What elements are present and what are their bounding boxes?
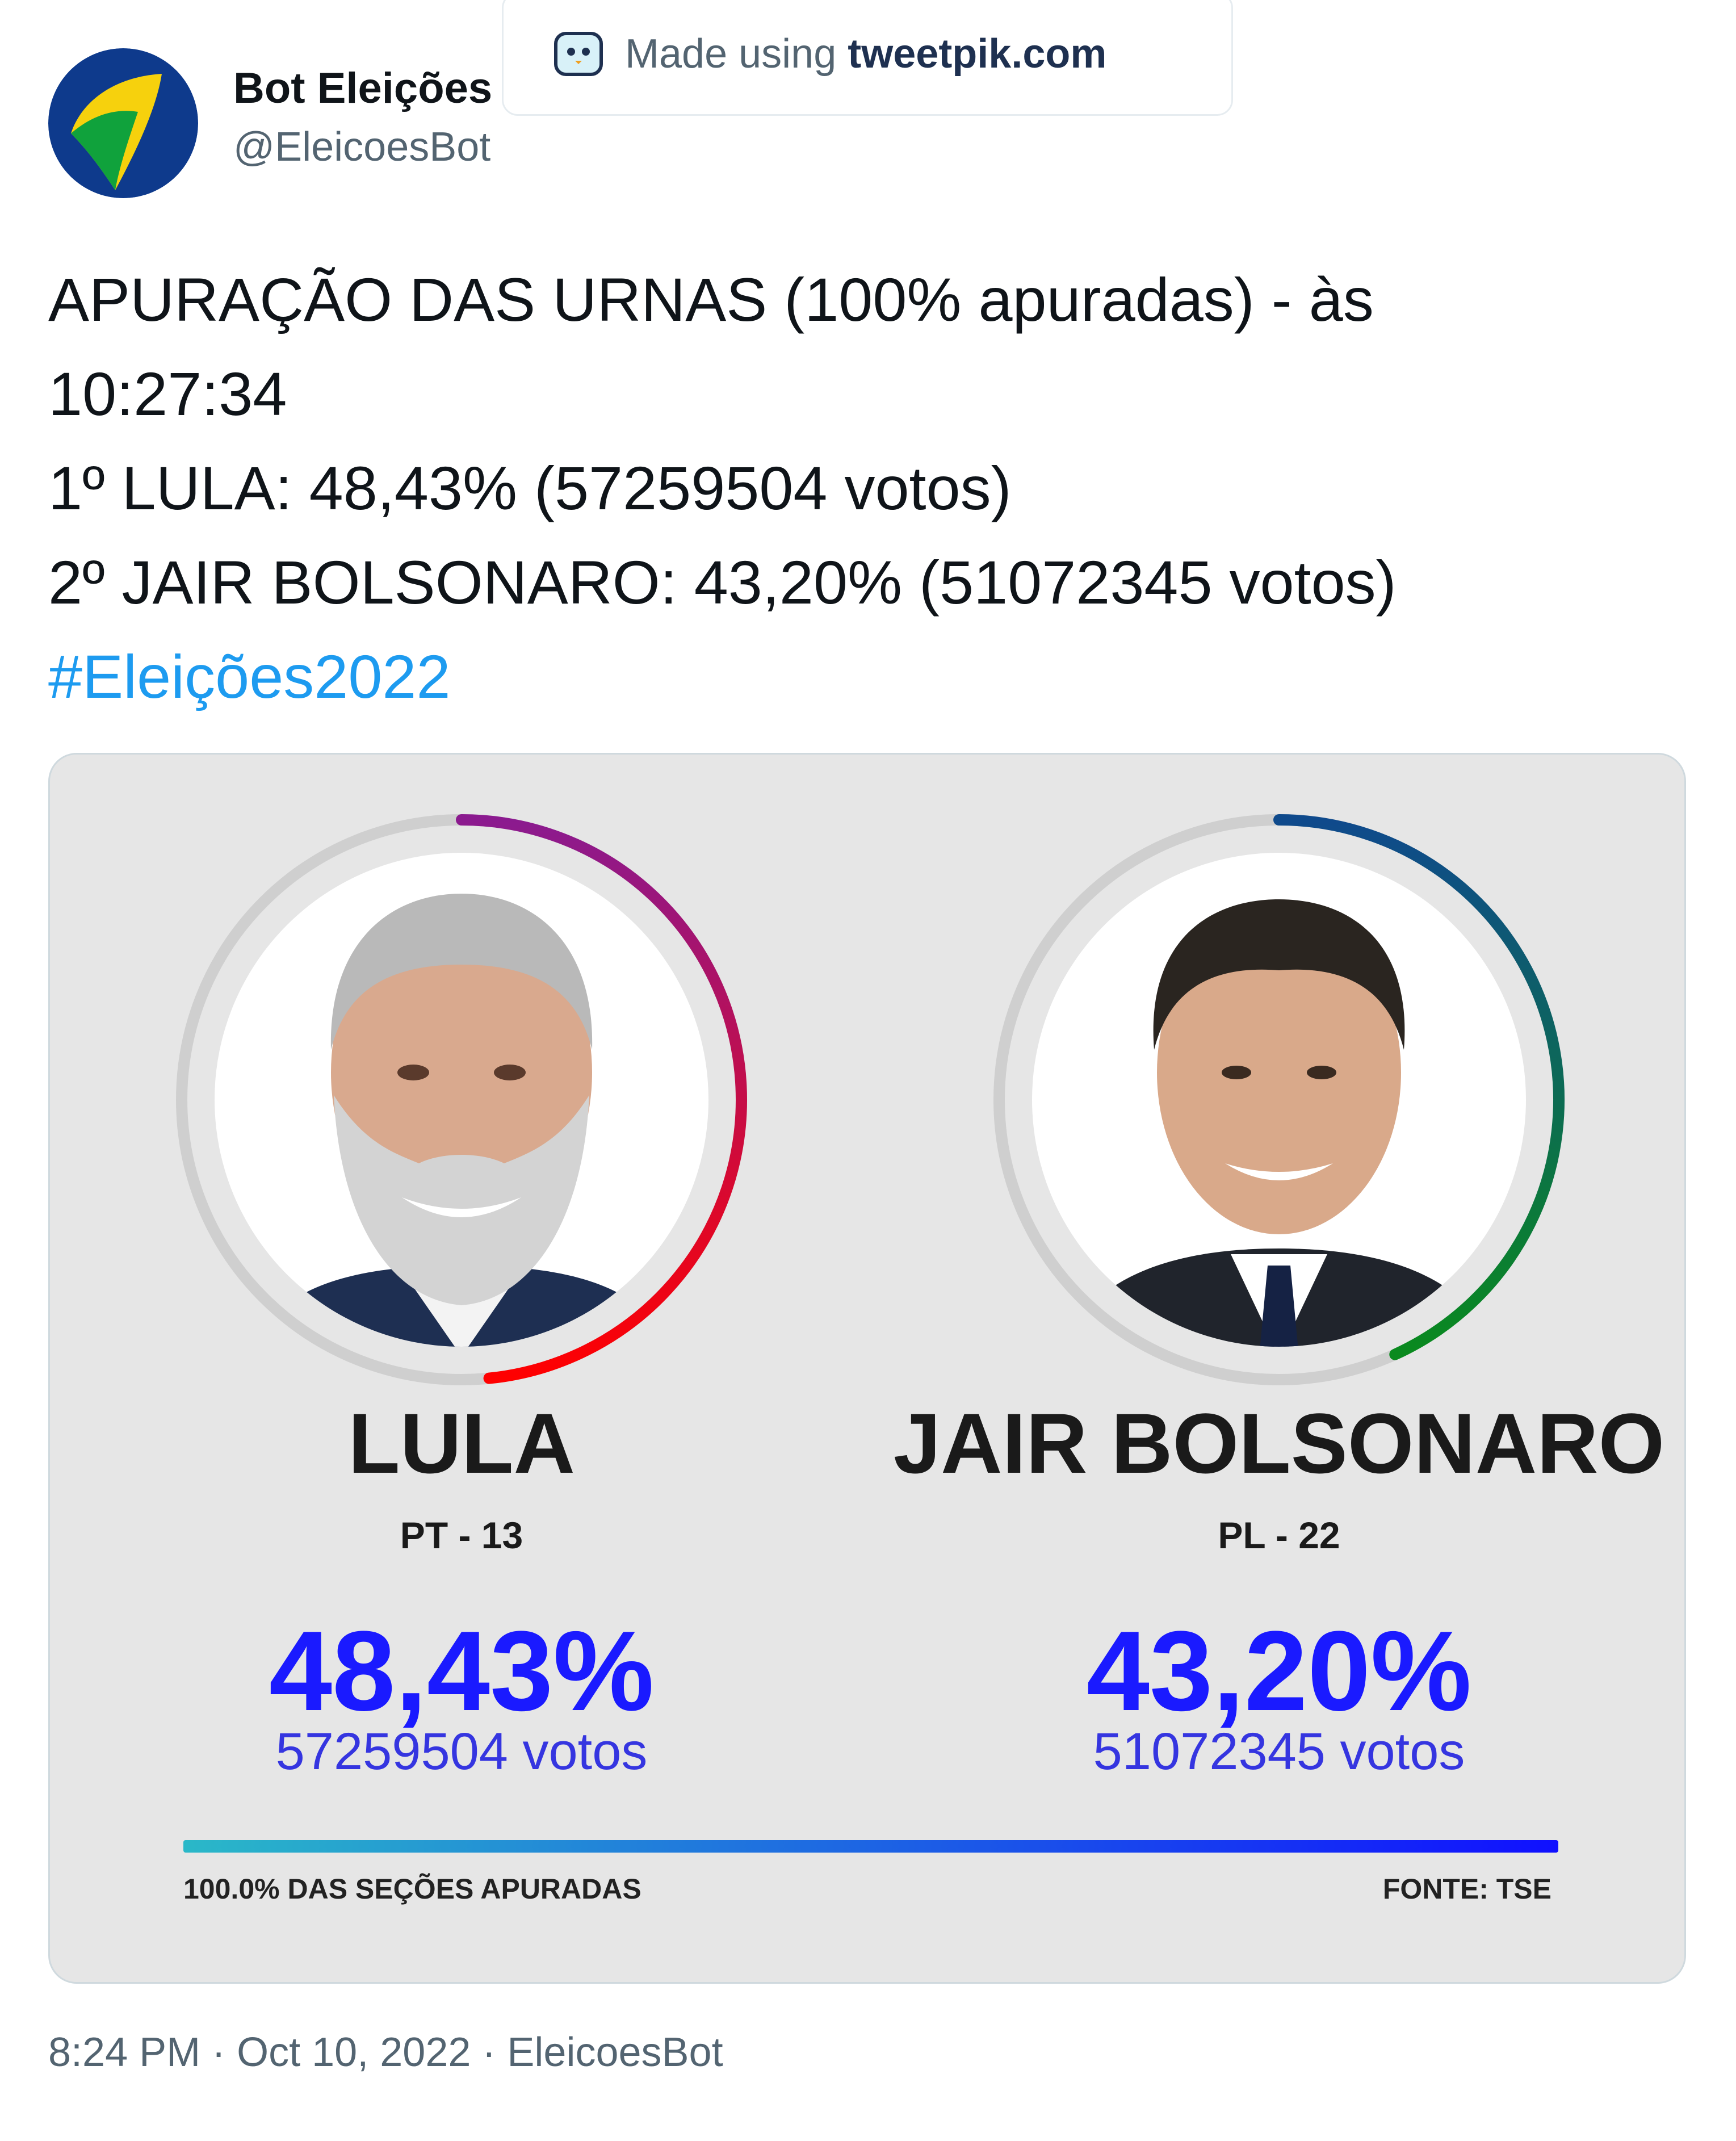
candidate-name: LULA (348, 1396, 575, 1491)
candidate-votes: 57259504 votos (276, 1723, 648, 1780)
candidate-percent: 43,20% (1087, 1608, 1471, 1734)
tweet-line: 10:27:34 (48, 359, 287, 428)
candidate-party: PT - 13 (400, 1514, 523, 1556)
tweet-timestamp[interactable]: 8:24 PM · Oct 10, 2022 · EleicoesBot (48, 2029, 723, 2076)
tweetpik-logo-icon (554, 32, 603, 76)
candidate-party: PL - 22 (1218, 1514, 1340, 1556)
progress-label: 100.0% DAS SEÇÕES APURADAS (183, 1872, 641, 1905)
watermark-prefix: Made using (625, 31, 837, 77)
avatar[interactable] (48, 48, 198, 198)
candidate-bolsonaro-photo (1032, 853, 1526, 1347)
media-card[interactable]: LULA PT - 13 48,43% 57259504 votos JAIR … (48, 753, 1686, 1984)
author-name[interactable]: Bot Eleições (233, 64, 492, 113)
candidate-votes: 51072345 votos (1093, 1723, 1465, 1780)
hashtag-link[interactable]: #Eleições2022 (48, 630, 1397, 724)
candidate-name: JAIR BOLSONARO (894, 1396, 1664, 1491)
tweet-line: 2º JAIR BOLSONARO: 43,20% (51072345 voto… (48, 548, 1397, 617)
bot-logo-icon (48, 48, 198, 198)
election-results-graphic: LULA PT - 13 48,43% 57259504 votos JAIR … (176, 814, 1664, 1905)
tweetpik-watermark[interactable]: Made using tweetpik.com (502, 0, 1233, 116)
progress-bar-fill (183, 1840, 1558, 1853)
tweet-text: APURAÇÃO DAS URNAS (100% apuradas) - às … (48, 253, 1397, 724)
author-handle[interactable]: @EleicoesBot (233, 124, 490, 170)
candidate-percent: 48,43% (269, 1608, 654, 1734)
candidate-lula-photo (215, 853, 708, 1347)
tweet-line: APURAÇÃO DAS URNAS (100% apuradas) - às (48, 265, 1374, 334)
tweet-line: 1º LULA: 48,43% (57259504 votos) (48, 454, 1012, 522)
watermark-brand[interactable]: tweetpik.com (848, 31, 1106, 77)
source-label: FONTE: TSE (1383, 1873, 1552, 1905)
